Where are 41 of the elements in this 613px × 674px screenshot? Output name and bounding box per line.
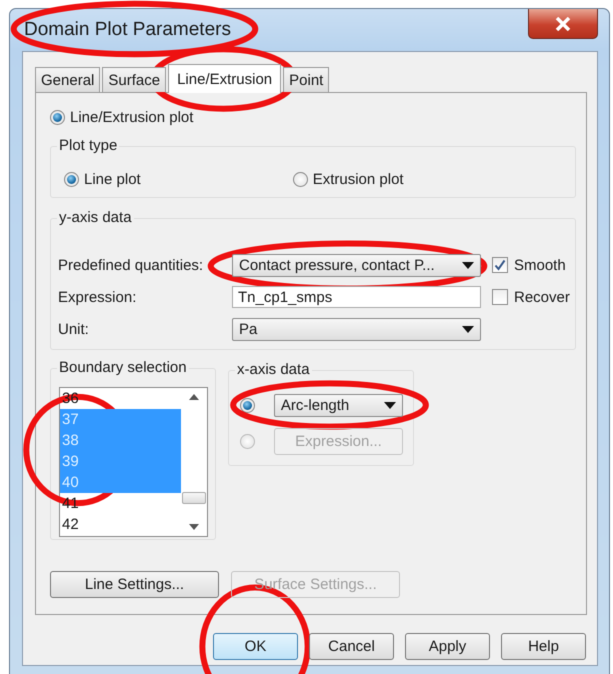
dialog-button[interactable]: Apply <box>405 633 490 660</box>
checkbox[interactable] <box>492 289 508 305</box>
check-icon <box>494 259 506 271</box>
tab[interactable]: General <box>35 67 100 92</box>
group-title: y-axis data <box>57 209 134 226</box>
group-title: Plot type <box>57 137 120 154</box>
field-label: Expression: <box>58 288 138 306</box>
checkbox-label: Smooth <box>514 256 566 274</box>
window-title: Domain Plot Parameters <box>24 19 231 41</box>
radio-button[interactable] <box>240 398 255 412</box>
input-field[interactable]: Tn_cp1_smps <box>232 286 481 308</box>
dialog-button[interactable]: Cancel <box>309 633 394 660</box>
close-button[interactable] <box>528 9 598 39</box>
caret-icon <box>462 326 474 332</box>
radio-button[interactable] <box>292 172 308 186</box>
dropdown[interactable]: Arc-length <box>274 394 403 416</box>
tab[interactable]: Point <box>283 67 330 92</box>
field-label: Predefined quantities: <box>58 256 204 274</box>
scroll-thumb[interactable] <box>182 492 206 504</box>
settings-button[interactable]: Line Settings... <box>50 571 219 598</box>
scroll-up-icon <box>189 394 199 400</box>
radio-label: Line plot <box>84 170 141 188</box>
dropdown[interactable]: Contact pressure, contact P... <box>232 254 481 276</box>
dialog-button[interactable]: OK <box>213 633 298 660</box>
caret-icon <box>384 402 396 408</box>
list-item[interactable]: 42 <box>60 514 181 535</box>
checkbox-label: Recover <box>514 288 570 306</box>
tab[interactable]: Surface <box>102 67 166 92</box>
caret-icon <box>462 262 474 268</box>
field-label: Unit: <box>58 320 90 338</box>
radio-button[interactable] <box>50 110 65 125</box>
scroll-down-icon <box>189 524 199 530</box>
radio-button[interactable] <box>64 172 79 186</box>
dropdown[interactable]: Pa <box>232 318 481 340</box>
radio-label: Extrusion plot <box>312 170 404 188</box>
radio-label: Line/Extrusion plot <box>70 109 194 126</box>
tab[interactable]: Line/Extrusion <box>168 64 282 93</box>
group-title: Boundary selection <box>57 359 189 376</box>
dialog-button[interactable]: Help <box>501 633 586 660</box>
close-icon <box>555 16 571 30</box>
checkbox[interactable] <box>492 257 508 273</box>
